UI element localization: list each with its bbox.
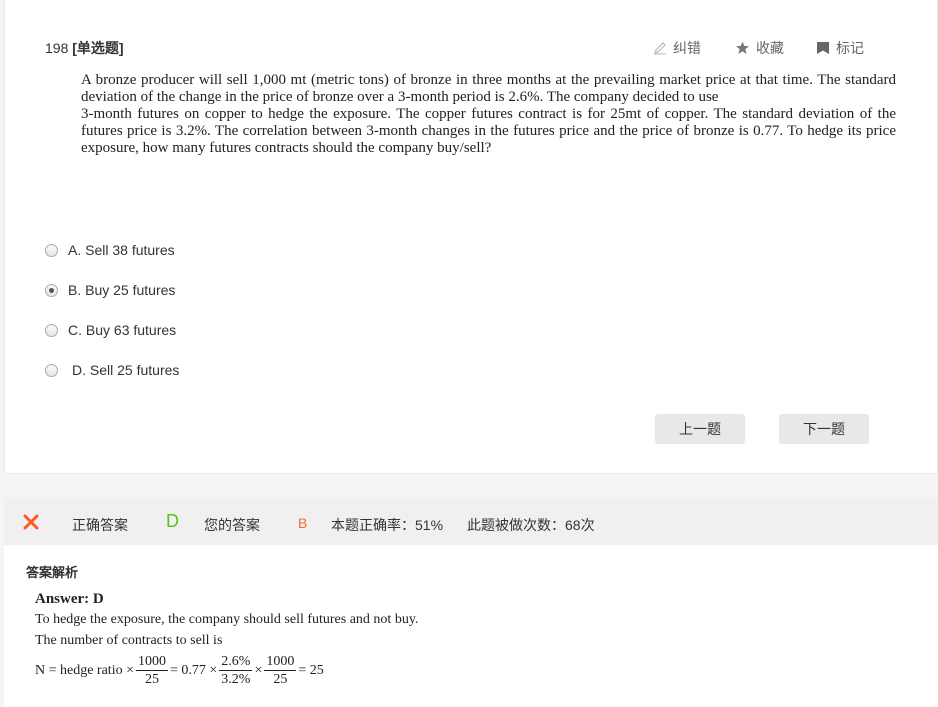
fraction-denominator: 25 [273,672,288,687]
option-c[interactable]: C. Buy 63 futures [45,322,176,338]
mark-label: 标记 [836,40,864,56]
favorite-button[interactable]: 收藏 [735,38,784,58]
formula-mid: = 0.77 × [169,662,218,678]
fraction: 1000 25 [264,653,297,688]
correct-answer-value: D [166,511,179,531]
fraction: 2.6% 3.2% [219,653,253,688]
formula-result: = 25 [298,662,324,678]
fraction-denominator: 3.2% [221,672,251,687]
question-card: 198 [单选题] 纠错 收藏 标记 A bronze producer wil… [4,0,938,474]
attempt-count: 此题被做次数：68次 [467,517,595,533]
answer-line: Answer: D [35,591,104,607]
option-label: B. Buy 25 futures [68,282,176,298]
question-stem: A bronze producer will sell 1,000 mt (me… [81,72,896,157]
question-header: 198 [单选题] [45,38,124,58]
radio-button[interactable] [45,363,58,377]
explanation-line: To hedge the exposure, the company shoul… [35,612,419,627]
result-bar: 正确答案 D 您的答案 B 本题正确率：51% 此题被做次数：68次 [4,497,938,545]
formula-lhs: N = hedge ratio × [35,662,134,678]
report-error-label: 纠错 [673,40,701,56]
next-question-button[interactable]: 下一题 [779,414,869,444]
prev-question-button[interactable]: 上一题 [655,414,745,444]
fraction-numerator: 2.6% [219,654,253,671]
analysis-title: 答案解析 [26,565,79,580]
star-icon [736,41,749,54]
report-error-button[interactable]: 纠错 [653,38,701,58]
accuracy-rate: 本题正确率：51% [331,517,444,533]
stem-paragraph: 3-month futures on copper to hedge the e… [81,106,896,156]
pencil-icon [654,42,666,55]
radio-button-checked[interactable] [45,283,58,297]
formula: N = hedge ratio × 1000 25 = 0.77 × 2.6% … [35,653,324,688]
option-label: C. Buy 63 futures [68,322,177,338]
your-answer-value: B [298,515,308,531]
option-d[interactable]: D. Sell 25 futures [45,362,179,378]
correct-answer-label: 正确答案 [72,517,128,533]
stem-paragraph: A bronze producer will sell 1,000 mt (me… [81,72,896,105]
formula-times: × [254,662,263,678]
fraction: 1000 25 [135,653,168,688]
question-number: 198 [45,40,69,56]
option-a[interactable]: A. Sell 38 futures [45,242,175,258]
radio-button[interactable] [45,243,58,257]
mark-button[interactable]: 标记 [816,38,864,58]
wrong-x-icon [23,514,39,530]
explanation-line: The number of contracts to sell is [35,633,223,648]
question-type: [单选题] [72,40,124,56]
your-answer-label: 您的答案 [204,517,260,533]
fraction-numerator: 1000 [135,654,168,671]
option-label: A. Sell 38 futures [68,242,175,258]
option-b[interactable]: B. Buy 25 futures [45,282,175,298]
bookmark-icon [817,42,829,54]
fraction-numerator: 1000 [264,654,297,671]
answer-analysis: 答案解析 Answer: D To hedge the exposure, th… [4,545,938,707]
radio-button[interactable] [45,323,58,337]
fraction-denominator: 25 [144,672,159,687]
favorite-label: 收藏 [756,40,784,56]
option-label: D. Sell 25 futures [72,362,180,378]
